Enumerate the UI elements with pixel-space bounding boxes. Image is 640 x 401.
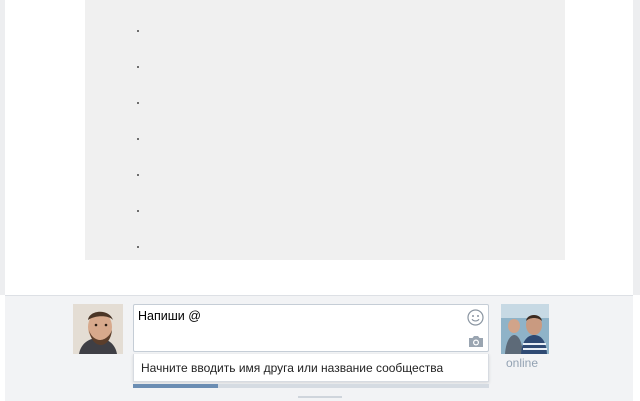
comment-input[interactable]: Напиши @ — [133, 304, 489, 352]
placeholder-dot — [137, 246, 139, 248]
content-placeholder-block — [85, 0, 565, 260]
comment-input-text: Напиши @ — [138, 309, 201, 323]
friend-online-status: online — [506, 356, 539, 370]
camera-icon[interactable] — [468, 334, 484, 348]
placeholder-dot — [137, 210, 139, 212]
page-right-border — [633, 0, 640, 295]
smile-icon[interactable] — [467, 309, 484, 326]
mention-suggestion-text: Начните вводить имя друга или название с… — [141, 361, 444, 375]
my-avatar[interactable] — [73, 304, 123, 354]
placeholder-dot — [137, 138, 139, 140]
upload-progress-fill — [133, 384, 219, 388]
mention-suggestion-dropdown[interactable]: Начните вводить имя друга или название с… — [133, 354, 489, 382]
page-left-border — [0, 0, 5, 295]
bottom-divider — [298, 396, 342, 398]
friend-avatar[interactable] — [501, 304, 549, 354]
placeholder-dot — [137, 66, 139, 68]
placeholder-dot — [137, 102, 139, 104]
placeholder-dot — [137, 174, 139, 176]
upload-progress-bar — [133, 384, 489, 388]
placeholder-dot — [137, 30, 139, 32]
